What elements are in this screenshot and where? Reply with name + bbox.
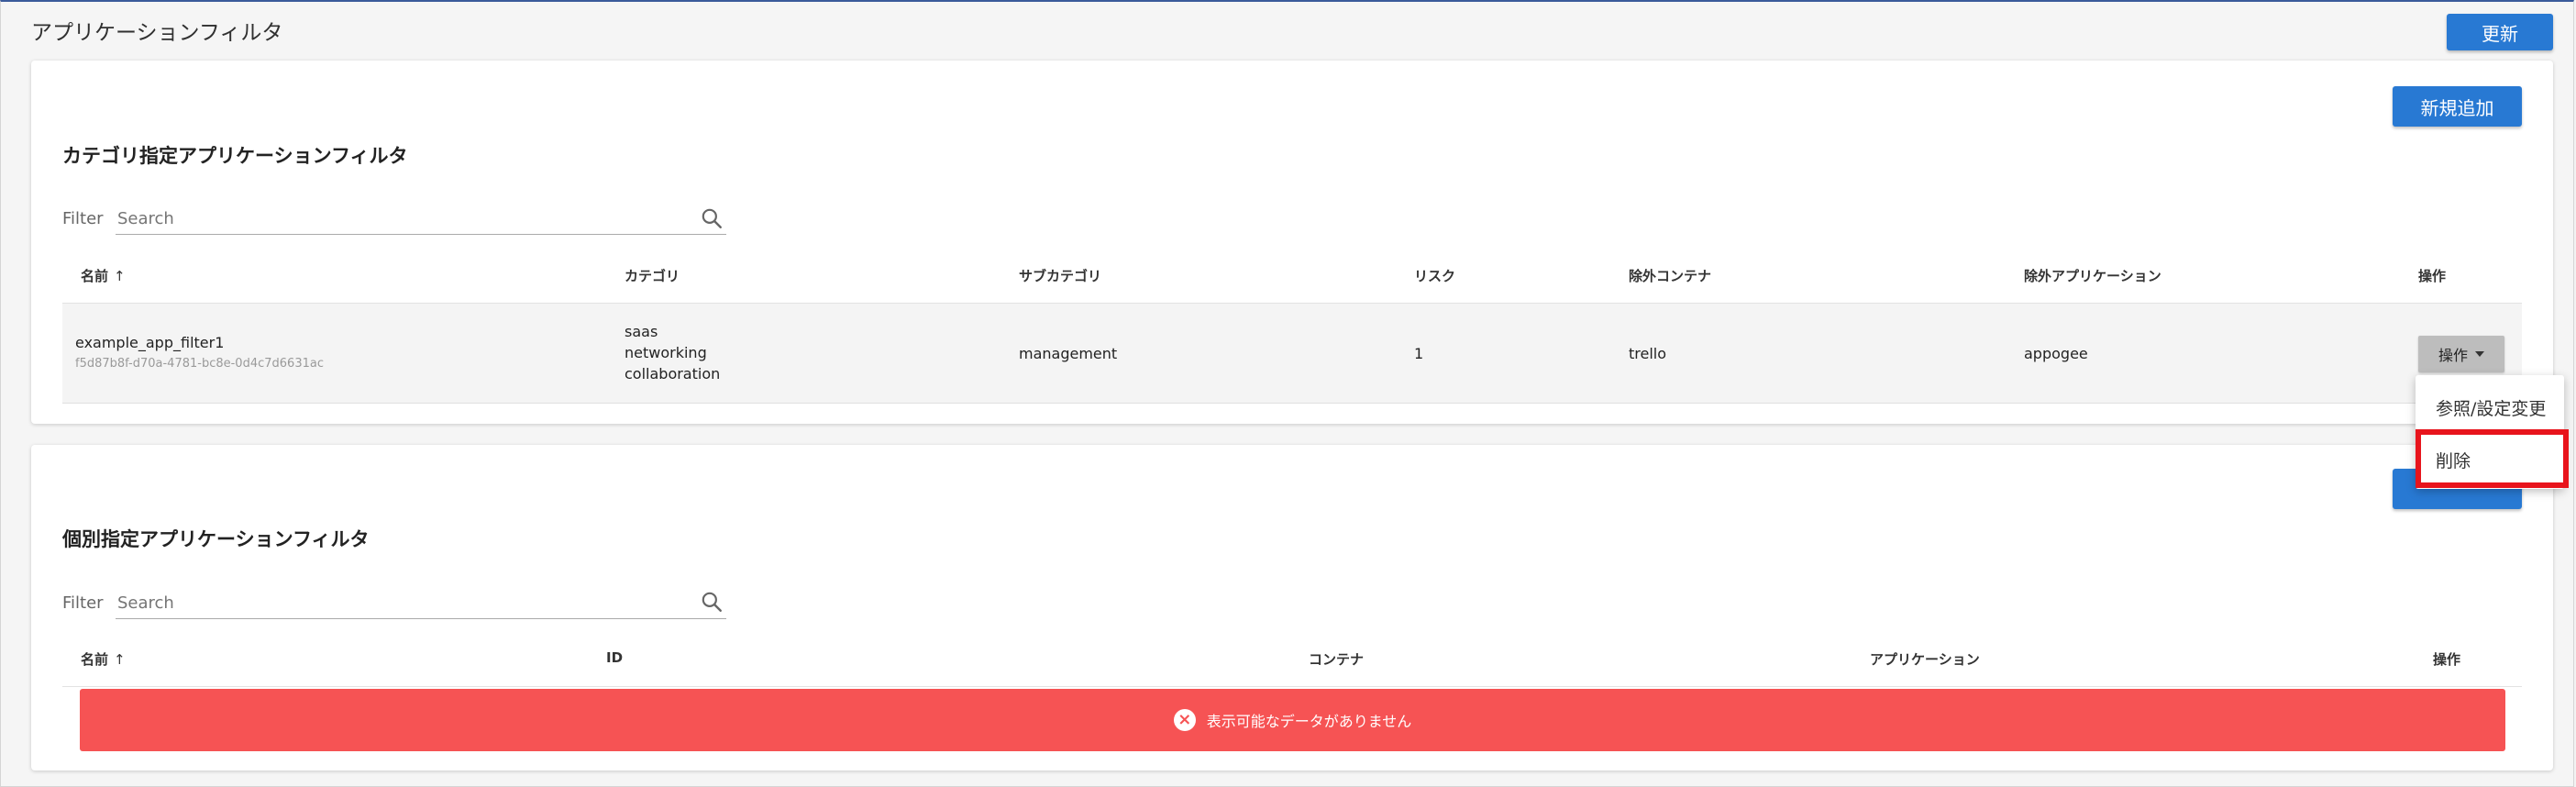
- search-icon[interactable]: [700, 590, 724, 614]
- column-header-category: カテゴリ: [625, 268, 680, 284]
- empty-data-alert: × 表示可能なデータがありません: [80, 689, 2505, 751]
- column-header-subcategory: サブカテゴリ: [1019, 268, 1102, 284]
- table-row: [62, 304, 2522, 404]
- row-name: example_app_filter1: [75, 334, 225, 351]
- menu-item-view-edit[interactable]: 参照/設定変更: [2436, 395, 2546, 420]
- row-risk: 1: [1414, 345, 1424, 362]
- add-category-filter-button[interactable]: 新規追加: [2393, 86, 2522, 127]
- filter-label: Filter: [62, 209, 104, 228]
- row-excluded-container: trello: [1629, 345, 1667, 362]
- column-header-id: ID: [606, 649, 624, 666]
- row-name-cell: example_app_filter1 f5d87b8f-d70a-4781-b…: [75, 332, 324, 374]
- row-actions-dropdown[interactable]: 操作: [2418, 336, 2504, 372]
- row-category-item: saas: [625, 323, 658, 340]
- column-header-container: コンテナ: [1309, 651, 1365, 668]
- sort-ascending-icon: ↑: [114, 268, 126, 284]
- column-header-actions: 操作: [2433, 651, 2461, 668]
- column-header-excluded-container: 除外コンテナ: [1629, 268, 1712, 284]
- column-header-application: アプリケーション: [1870, 651, 1980, 668]
- row-excluded-application: appogee: [2024, 345, 2088, 362]
- row-category-item: networking: [625, 344, 707, 361]
- header-divider: [62, 686, 2522, 687]
- delete-highlight-box: [2416, 429, 2569, 488]
- row-id: f5d87b8f-d70a-4781-bc8e-0d4c7d6631ac: [75, 357, 324, 371]
- caret-down-icon: [2475, 351, 2484, 357]
- category-filter-title: カテゴリ指定アプリケーションフィルタ: [62, 145, 408, 167]
- individual-search-input[interactable]: [116, 593, 726, 619]
- category-search-input[interactable]: [116, 209, 726, 235]
- individual-filter-title: 個別指定アプリケーションフィルタ: [62, 528, 370, 550]
- row-categories-cell: saas networking collaboration: [625, 321, 720, 384]
- filter-label: Filter: [62, 593, 104, 613]
- column-header-actions: 操作: [2418, 268, 2447, 284]
- page-title: アプリケーションフィルタ: [31, 21, 283, 45]
- row-subcategory: management: [1019, 345, 1118, 362]
- row-category-item: collaboration: [625, 365, 721, 382]
- column-header-name[interactable]: 名前 ↑: [81, 266, 126, 285]
- search-icon[interactable]: [700, 206, 724, 230]
- error-circle-icon: ×: [1173, 709, 1196, 731]
- column-header-name[interactable]: 名前 ↑: [81, 649, 126, 669]
- row-actions-label: 操作: [2438, 347, 2468, 364]
- refresh-button[interactable]: 更新: [2447, 14, 2553, 50]
- sort-ascending-icon: ↑: [114, 651, 126, 668]
- column-header-risk: リスク: [1414, 268, 1456, 284]
- column-header-excluded-application: 除外アプリケーション: [2024, 268, 2161, 284]
- empty-data-message: 表示可能なデータがありません: [1206, 713, 1412, 730]
